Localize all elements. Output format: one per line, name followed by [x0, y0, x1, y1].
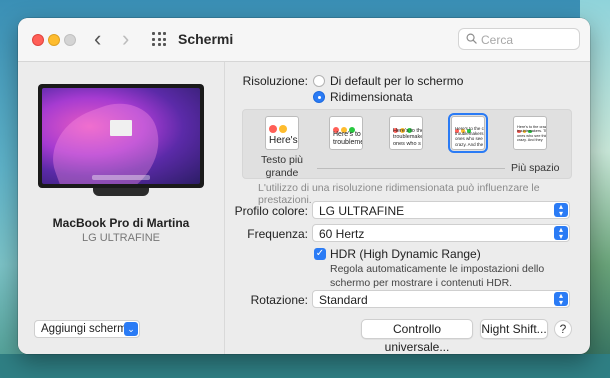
window-title: Schermi [178, 31, 234, 47]
color-profile-value: LG ULTRAFINE [319, 204, 405, 218]
scale-option-1[interactable]: Here's [265, 116, 299, 150]
universal-control-button[interactable]: Controllo universale... [361, 319, 473, 354]
scale-option-4-text: Here's to the cr troublemakers ones who … [455, 126, 485, 147]
scale-option-4[interactable]: Here's to the cr troublemakers ones who … [448, 113, 488, 153]
chevron-down-icon: ⌄ [124, 322, 138, 336]
frequency-label: Frequenza: [247, 227, 308, 241]
preferences-window: ‹ › Schermi MacBook Pro di Martin [18, 18, 590, 354]
scale-option-5[interactable]: Here's to the crazy troublemakers. Th on… [513, 116, 547, 150]
show-all-grid-icon[interactable] [152, 32, 166, 46]
minimize-button[interactable] [48, 34, 60, 46]
larger-text-label: Testo più grande [260, 154, 304, 180]
desktop-background-bottom [0, 354, 610, 378]
add-screen-label: Aggiungi schermo [41, 323, 134, 335]
title-bar: ‹ › Schermi [18, 18, 590, 62]
hdr-description: Regola automaticamente le impostazioni d… [330, 263, 545, 289]
monitor-thumbnail[interactable] [38, 84, 204, 196]
scale-option-5-text: Here's to the crazy troublemakers. Th on… [517, 125, 547, 143]
wallpaper-preview [42, 88, 200, 184]
rotation-value: Standard [319, 293, 368, 307]
night-shift-button[interactable]: Night Shift... [480, 319, 548, 339]
search-field[interactable] [458, 28, 580, 50]
scale-option-2-text: Here's to troubleme [333, 131, 363, 147]
search-icon [466, 33, 477, 44]
frequency-select[interactable]: 60 Hertz ▴ ▾ [312, 224, 570, 242]
scale-option-3-text: Here's to the troublemake ones who s [393, 128, 423, 147]
help-button[interactable]: ? [554, 320, 572, 338]
scale-option-3[interactable]: Here's to the troublemake ones who s [389, 116, 423, 150]
back-chevron-icon[interactable]: ‹ [94, 28, 101, 50]
monitor-stand [93, 188, 149, 196]
resolution-label: Risoluzione: [242, 74, 308, 88]
resolution-scale-picker: Here's Here's to troubleme Here's to the… [242, 109, 572, 179]
search-input[interactable] [481, 32, 575, 47]
forward-chevron-icon[interactable]: › [122, 28, 129, 50]
radio-scaled-label[interactable]: Ridimensionata [330, 90, 413, 104]
rotation-select[interactable]: Standard ▴ ▾ [312, 290, 570, 308]
updown-chevron-icon: ▴ ▾ [554, 226, 568, 241]
hdr-label[interactable]: HDR (High Dynamic Range) [330, 247, 481, 261]
device-name: MacBook Pro di Martina [52, 216, 190, 230]
frequency-value: 60 Hertz [319, 227, 365, 241]
updown-chevron-icon: ▴ ▾ [554, 292, 568, 307]
radio-default[interactable] [313, 75, 325, 87]
close-button[interactable] [32, 34, 44, 46]
radio-scaled[interactable] [313, 91, 325, 103]
rotation-label: Rotazione: [250, 293, 308, 307]
hdr-checkbox[interactable]: ✓ [314, 248, 326, 260]
zoom-button[interactable] [64, 34, 76, 46]
monitor-name: LG ULTRAFINE [81, 232, 161, 244]
radio-default-label[interactable]: Di default per lo schermo [330, 74, 463, 88]
scale-option-1-text: Here's [269, 135, 298, 146]
more-space-label: Più spazio [511, 162, 560, 174]
color-profile-select[interactable]: LG ULTRAFINE ▴ ▾ [312, 201, 570, 219]
scale-option-2[interactable]: Here's to troubleme [329, 116, 363, 150]
add-screen-popup[interactable]: Aggiungi schermo ⌄ [34, 320, 140, 338]
updown-chevron-icon: ▴ ▾ [554, 203, 568, 218]
color-profile-label: Profilo colore: [234, 204, 308, 218]
display-sidebar: MacBook Pro di Martina LG ULTRAFINE Aggi… [18, 62, 224, 354]
scale-track [317, 168, 505, 169]
